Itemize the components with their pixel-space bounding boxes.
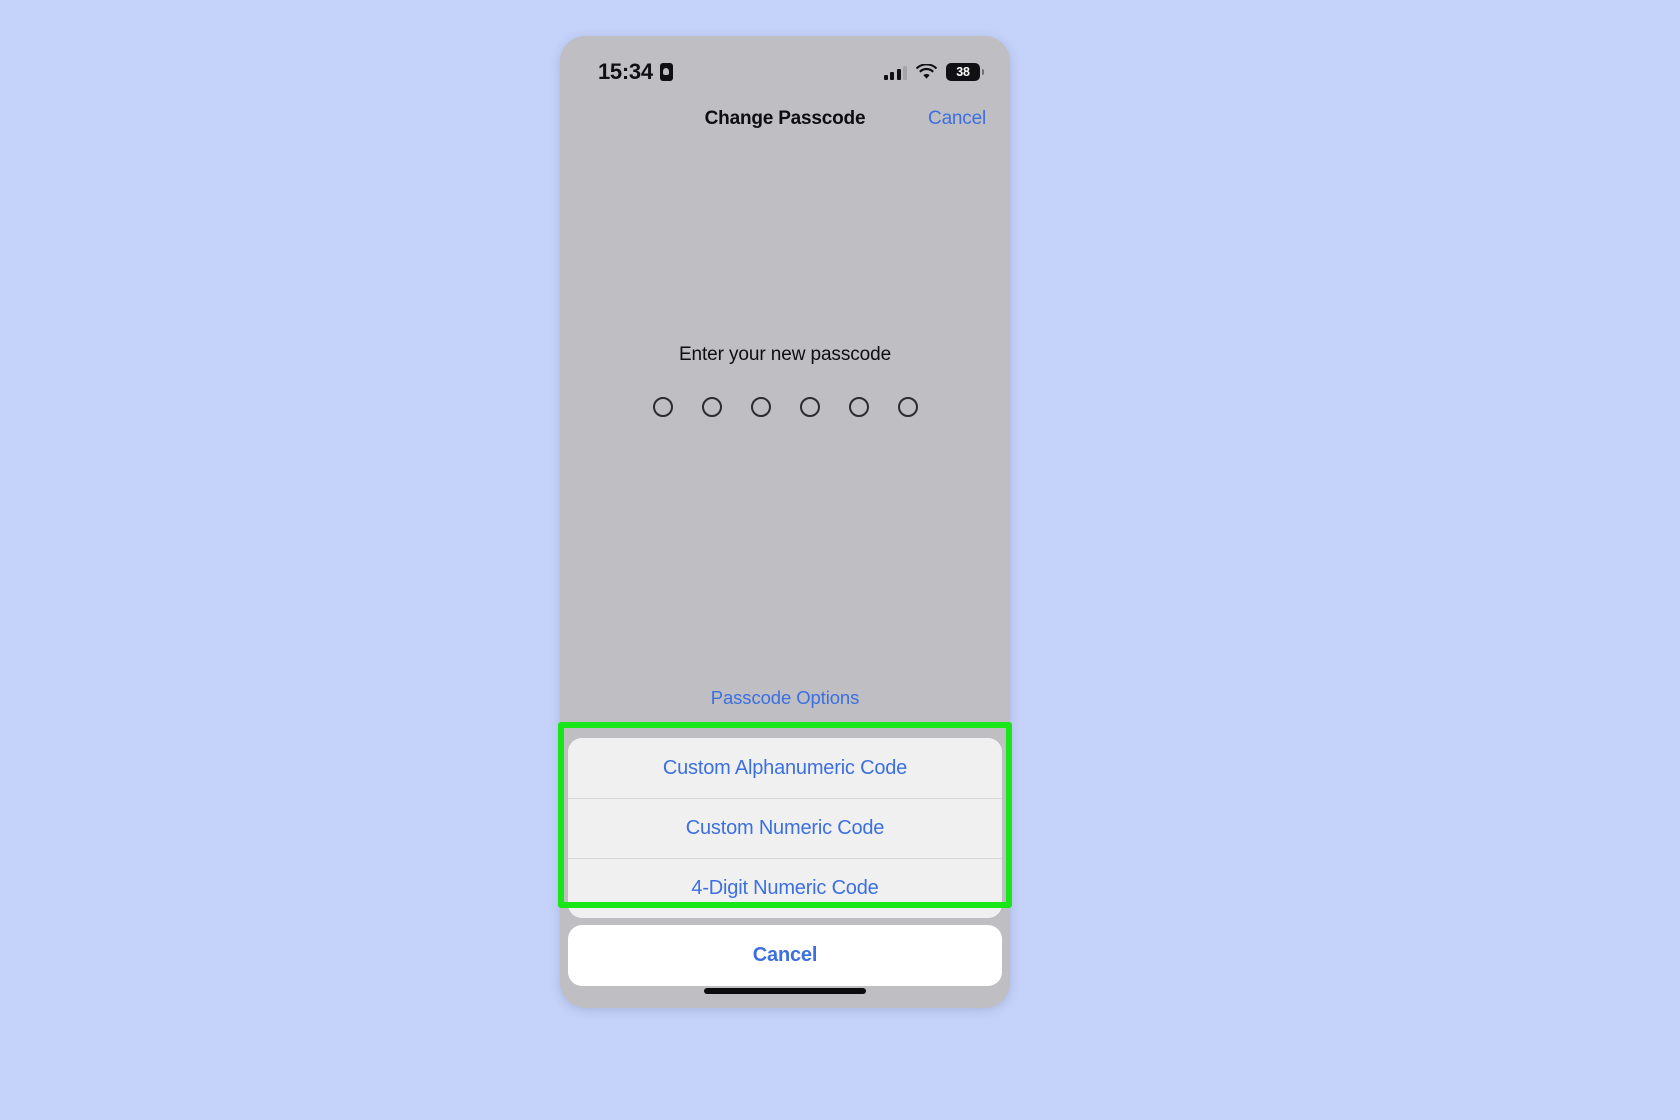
status-bar-right: 38 bbox=[883, 63, 984, 81]
passcode-dot bbox=[897, 397, 918, 417]
passcode-dot bbox=[848, 397, 869, 417]
battery-level-label: 38 bbox=[956, 64, 970, 79]
four-digit-numeric-code-button[interactable]: 4-Digit Numeric Code bbox=[568, 858, 1002, 918]
passcode-dot bbox=[652, 397, 673, 417]
cellular-bars-icon bbox=[883, 65, 907, 80]
passcode-options-link[interactable]: Passcode Options bbox=[560, 687, 1010, 709]
nav-cancel-button[interactable]: Cancel bbox=[928, 108, 986, 130]
passcode-dots[interactable] bbox=[652, 397, 918, 417]
action-sheet: Custom Alphanumeric Code Custom Numeric … bbox=[560, 738, 1010, 1008]
passcode-prompt-block: Enter your new passcode bbox=[560, 344, 1010, 417]
custom-numeric-code-button[interactable]: Custom Numeric Code bbox=[568, 798, 1002, 858]
home-indicator[interactable] bbox=[704, 988, 866, 994]
phone-device-frame: 15:34 38 Change Passcode Cancel Enter yo… bbox=[560, 36, 1010, 1008]
navigation-bar: Change Passcode Cancel bbox=[560, 94, 1010, 144]
passcode-dot bbox=[750, 397, 771, 417]
status-bar-clock: 15:34 bbox=[598, 59, 653, 84]
action-sheet-options-group: Custom Alphanumeric Code Custom Numeric … bbox=[568, 738, 1002, 918]
lock-portrait-orientation-icon bbox=[659, 63, 673, 81]
passcode-prompt-label: Enter your new passcode bbox=[678, 344, 892, 365]
action-sheet-cancel-button[interactable]: Cancel bbox=[568, 925, 1002, 986]
passcode-dot bbox=[799, 397, 820, 417]
action-sheet-cancel-group: Cancel bbox=[568, 925, 1002, 986]
status-bar-left: 15:34 bbox=[598, 59, 673, 85]
passcode-dot bbox=[701, 397, 722, 417]
phone-screen: 15:34 38 Change Passcode Cancel Enter yo… bbox=[560, 36, 1010, 1008]
custom-alphanumeric-code-button[interactable]: Custom Alphanumeric Code bbox=[568, 738, 1002, 798]
page-title: Change Passcode bbox=[704, 108, 866, 129]
wifi-icon bbox=[916, 64, 937, 79]
status-bar: 15:34 38 bbox=[560, 36, 1010, 94]
battery-icon: 38 bbox=[946, 63, 984, 81]
